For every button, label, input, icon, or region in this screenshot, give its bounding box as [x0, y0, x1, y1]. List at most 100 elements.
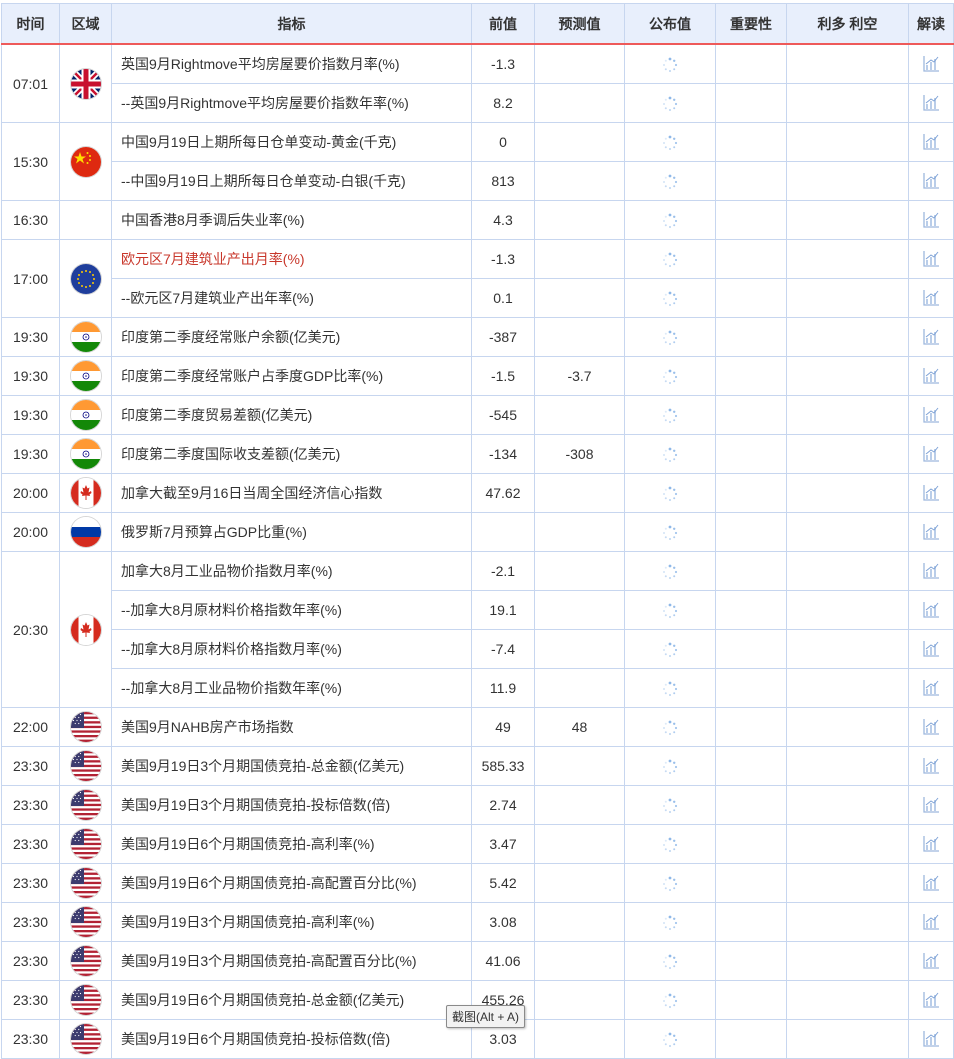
chart-analysis-icon[interactable]	[922, 289, 940, 306]
indicator-name[interactable]: 中国香港8月季调后失业率(%)	[111, 200, 472, 240]
indicator-name[interactable]: 印度第二季度经常账户占季度GDP比率(%)	[111, 356, 472, 396]
chart-analysis-icon[interactable]	[922, 601, 940, 618]
indicator-name[interactable]: 美国9月19日6个月期国债竞拍-高配置百分比(%)	[111, 863, 472, 903]
analysis-cell[interactable]	[908, 122, 954, 162]
chart-analysis-icon[interactable]	[922, 757, 940, 774]
analysis-cell[interactable]	[908, 512, 954, 552]
chart-analysis-icon[interactable]	[922, 250, 940, 267]
impact-cell	[786, 122, 909, 162]
analysis-cell[interactable]	[908, 668, 954, 708]
analysis-cell[interactable]	[908, 317, 954, 357]
chart-analysis-icon[interactable]	[922, 94, 940, 111]
forecast-value	[534, 902, 625, 942]
indicator-name[interactable]: 印度第二季度国际收支差额(亿美元)	[111, 434, 472, 474]
impact-cell	[786, 941, 909, 981]
importance-cell	[715, 746, 787, 786]
forecast-value	[534, 161, 625, 201]
analysis-cell[interactable]	[908, 83, 954, 123]
chart-analysis-icon[interactable]	[922, 835, 940, 852]
analysis-cell[interactable]	[908, 707, 954, 747]
chart-analysis-icon[interactable]	[922, 952, 940, 969]
analysis-cell[interactable]	[908, 629, 954, 669]
indicator-name[interactable]: 欧元区7月建筑业产出月率(%)	[111, 239, 472, 279]
chart-analysis-icon[interactable]	[922, 523, 940, 540]
impact-cell	[786, 512, 909, 552]
chart-analysis-icon[interactable]	[922, 679, 940, 696]
indicator-name[interactable]: 美国9月19日3个月期国债竞拍-投标倍数(倍)	[111, 785, 472, 825]
indicator-name[interactable]: 美国9月19日6个月期国债竞拍-总金额(亿美元)	[111, 980, 472, 1020]
chart-analysis-icon[interactable]	[922, 913, 940, 930]
analysis-cell[interactable]	[908, 161, 954, 201]
analysis-cell[interactable]	[908, 43, 954, 84]
indicator-name[interactable]: 美国9月19日3个月期国债竞拍-高配置百分比(%)	[111, 941, 472, 981]
indicator-name[interactable]: 中国9月19日上期所每日仓单变动-黄金(千克)	[111, 122, 472, 162]
event-time: 23:30	[1, 785, 60, 825]
analysis-cell[interactable]	[908, 863, 954, 903]
chart-analysis-icon[interactable]	[922, 640, 940, 657]
analysis-cell[interactable]	[908, 980, 954, 1020]
analysis-cell[interactable]	[908, 746, 954, 786]
analysis-cell[interactable]	[908, 824, 954, 864]
chart-analysis-icon[interactable]	[922, 55, 940, 72]
analysis-cell[interactable]	[908, 1019, 954, 1059]
previous-value: -1.5	[471, 356, 535, 396]
analysis-cell[interactable]	[908, 278, 954, 318]
table-row: --英国9月Rightmove平均房屋要价指数年率(%) 8.2	[2, 83, 954, 123]
importance-cell	[715, 43, 787, 84]
chart-analysis-icon[interactable]	[922, 328, 940, 345]
indicator-name[interactable]: 印度第二季度经常账户余额(亿美元)	[111, 317, 472, 357]
analysis-cell[interactable]	[908, 434, 954, 474]
indicator-name[interactable]: 美国9月19日6个月期国债竞拍-高利率(%)	[111, 824, 472, 864]
analysis-cell[interactable]	[908, 356, 954, 396]
indicator-name[interactable]: 美国9月19日3个月期国债竞拍-总金额(亿美元)	[111, 746, 472, 786]
indicator-name[interactable]: 加拿大截至9月16日当周全国经济信心指数	[111, 473, 472, 513]
forecast-value	[534, 941, 625, 981]
indicator-name[interactable]: --英国9月Rightmove平均房屋要价指数年率(%)	[111, 83, 472, 123]
chart-analysis-icon[interactable]	[922, 133, 940, 150]
chart-analysis-icon[interactable]	[922, 718, 940, 735]
chart-analysis-icon[interactable]	[922, 211, 940, 228]
loading-spinner-icon	[662, 94, 678, 111]
analysis-cell[interactable]	[908, 902, 954, 942]
table-row: 15:30 中国9月19日上期所每日仓单变动-黄金(千克) 0	[1, 122, 954, 201]
indicator-name[interactable]: --加拿大8月原材料价格指数月率(%)	[111, 629, 472, 669]
importance-cell	[715, 239, 787, 279]
previous-value: -387	[471, 317, 535, 357]
chart-analysis-icon[interactable]	[922, 991, 940, 1008]
analysis-cell[interactable]	[908, 200, 954, 240]
chart-analysis-icon[interactable]	[922, 172, 940, 189]
chart-analysis-icon[interactable]	[922, 874, 940, 891]
indicator-name[interactable]: 印度第二季度贸易差额(亿美元)	[111, 395, 472, 435]
chart-analysis-icon[interactable]	[922, 484, 940, 501]
region-cell	[59, 122, 112, 201]
analysis-cell[interactable]	[908, 785, 954, 825]
impact-cell	[786, 902, 909, 942]
indicator-name[interactable]: 美国9月NAHB房产市场指数	[111, 707, 472, 747]
previous-value: 2.74	[471, 785, 535, 825]
chart-analysis-icon[interactable]	[922, 367, 940, 384]
chart-analysis-icon[interactable]	[922, 562, 940, 579]
indicator-name[interactable]: 美国9月19日6个月期国债竞拍-投标倍数(倍)	[111, 1019, 472, 1059]
forecast-value	[534, 317, 625, 357]
analysis-cell[interactable]	[908, 551, 954, 591]
analysis-cell[interactable]	[908, 239, 954, 279]
analysis-cell[interactable]	[908, 941, 954, 981]
indicator-name[interactable]: --欧元区7月建筑业产出年率(%)	[111, 278, 472, 318]
chart-analysis-icon[interactable]	[922, 796, 940, 813]
region-cell	[59, 941, 112, 981]
chart-analysis-icon[interactable]	[922, 406, 940, 423]
indicator-name[interactable]: --加拿大8月工业品物价指数年率(%)	[111, 668, 472, 708]
chart-analysis-icon[interactable]	[922, 1030, 940, 1047]
analysis-cell[interactable]	[908, 395, 954, 435]
indicator-name[interactable]: 美国9月19日3个月期国债竞拍-高利率(%)	[111, 902, 472, 942]
indicator-name[interactable]: --加拿大8月原材料价格指数年率(%)	[111, 590, 472, 630]
indicator-name[interactable]: 俄罗斯7月预算占GDP比重(%)	[111, 512, 472, 552]
chart-analysis-icon[interactable]	[922, 445, 940, 462]
analysis-cell[interactable]	[908, 473, 954, 513]
analysis-cell[interactable]	[908, 590, 954, 630]
loading-spinner-icon	[662, 718, 678, 735]
indicator-name[interactable]: 英国9月Rightmove平均房屋要价指数月率(%)	[111, 43, 472, 84]
indicator-name[interactable]: --中国9月19日上期所每日仓单变动-白银(千克)	[111, 161, 472, 201]
indicator-name[interactable]: 加拿大8月工业品物价指数月率(%)	[111, 551, 472, 591]
actual-value	[624, 668, 716, 708]
